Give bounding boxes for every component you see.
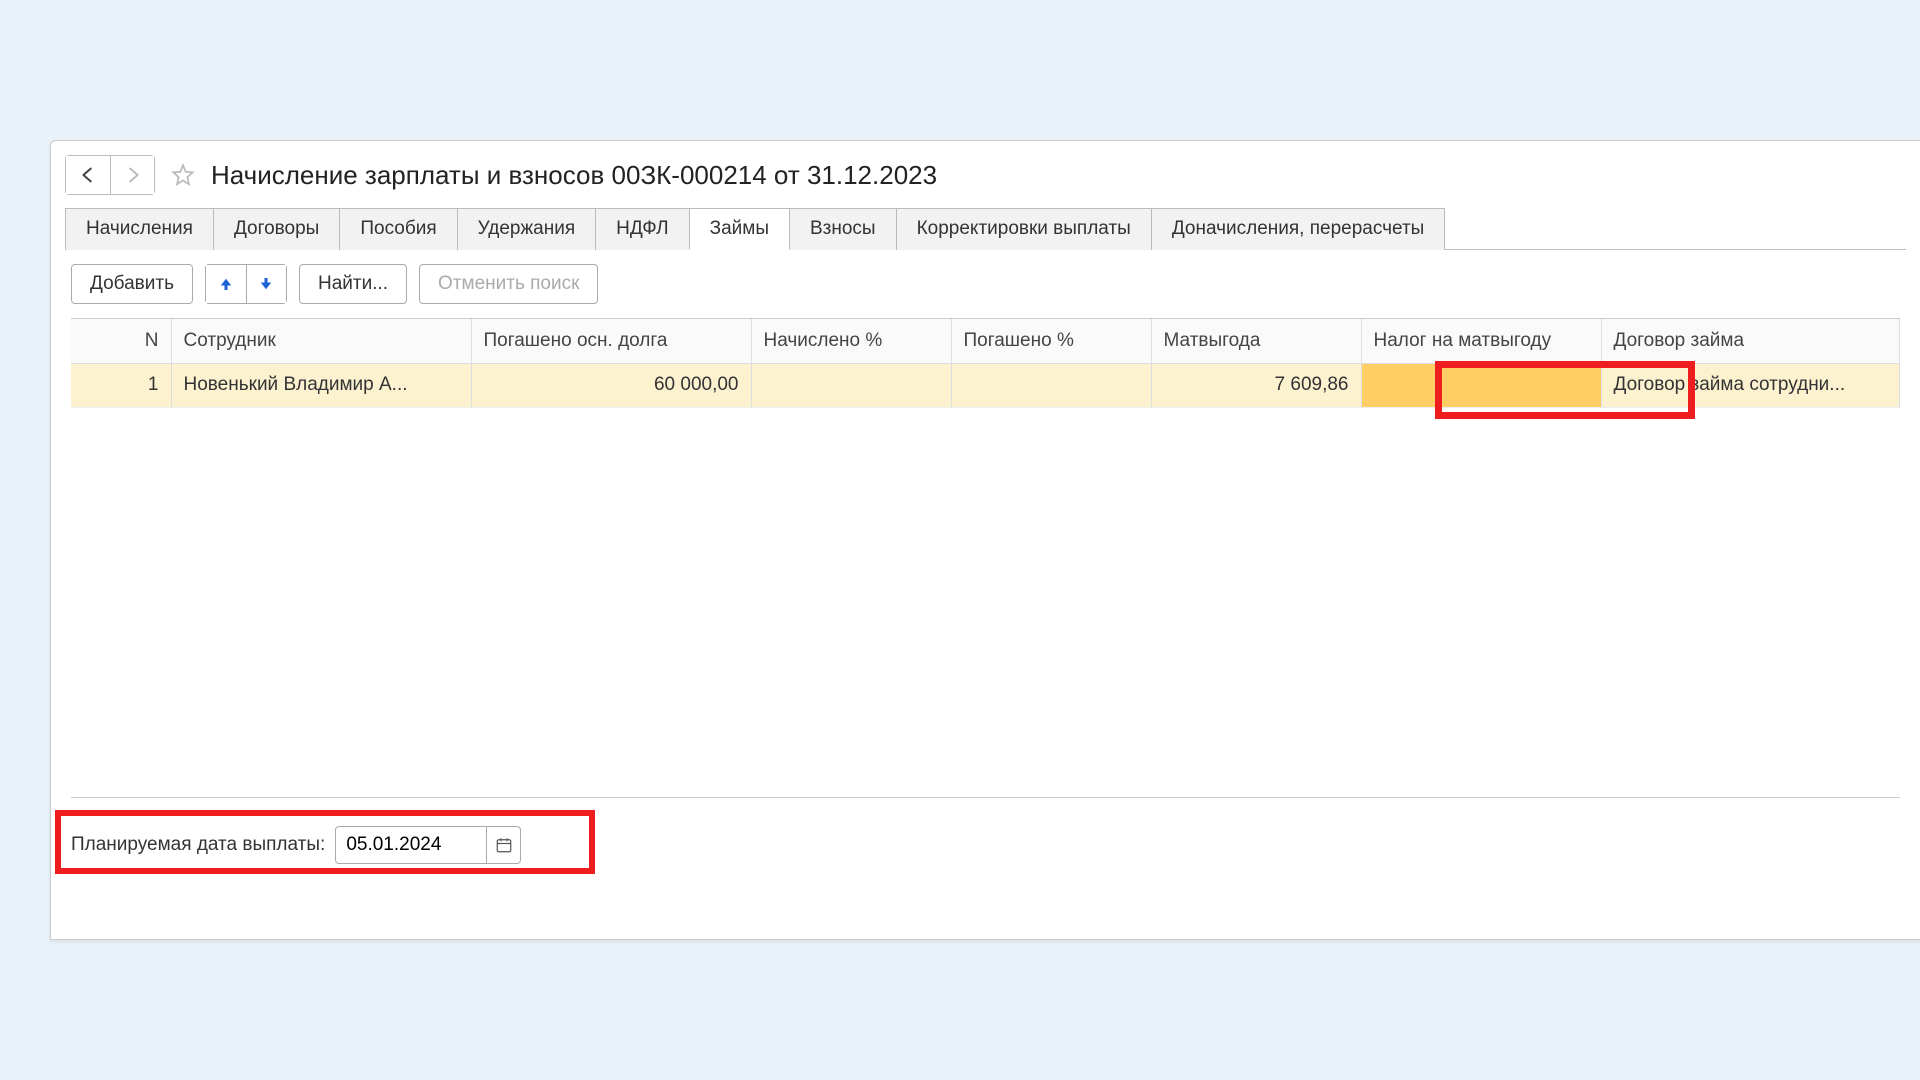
col-header-n[interactable]: N: [71, 319, 171, 363]
col-header-contract[interactable]: Договор займа: [1601, 319, 1900, 363]
tab-contributions[interactable]: Взносы: [789, 208, 897, 250]
planned-date-field[interactable]: [335, 826, 521, 864]
col-header-paid-principal[interactable]: Погашено осн. долга: [471, 319, 751, 363]
move-down-button[interactable]: [246, 265, 286, 303]
page-title: Начисление зарплаты и взносов 00ЗК-00021…: [211, 160, 937, 191]
planned-date-label: Планируемая дата выплаты:: [71, 834, 325, 856]
cell-accrued-pct[interactable]: [751, 363, 951, 407]
forward-button[interactable]: [110, 156, 154, 194]
loans-table: N Сотрудник Погашено осн. долга Начислен…: [71, 319, 1900, 408]
cell-employee[interactable]: Новенький Владимир А...: [171, 363, 471, 407]
header-bar: Начисление зарплаты и взносов 00ЗК-00021…: [51, 155, 1920, 207]
cell-tax-mat-benefit[interactable]: [1361, 363, 1601, 407]
favorite-button[interactable]: [163, 155, 203, 195]
tab-payment-adjustments[interactable]: Корректировки выплаты: [896, 208, 1152, 250]
cell-mat-benefit[interactable]: 7 609,86: [1151, 363, 1361, 407]
cancel-search-button[interactable]: Отменить поиск: [419, 264, 598, 304]
tab-deductions[interactable]: Удержания: [457, 208, 596, 250]
tab-accruals[interactable]: Начисления: [65, 208, 214, 250]
cell-contract[interactable]: Договор займа сотрудни...: [1601, 363, 1900, 407]
tab-ndfl[interactable]: НДФЛ: [595, 208, 689, 250]
nav-history-group: [65, 155, 155, 195]
calendar-button[interactable]: [486, 827, 520, 863]
table-toolbar: Добавить Найти... Отменить поиск: [51, 250, 1920, 318]
move-up-button[interactable]: [206, 265, 246, 303]
tab-contracts[interactable]: Договоры: [213, 208, 340, 250]
col-header-mat-benefit[interactable]: Матвыгода: [1151, 319, 1361, 363]
tab-benefits[interactable]: Пособия: [339, 208, 457, 250]
table-row[interactable]: 1 Новенький Владимир А... 60 000,00 7 60…: [71, 363, 1900, 407]
col-header-employee[interactable]: Сотрудник: [171, 319, 471, 363]
back-button[interactable]: [66, 156, 110, 194]
loans-table-wrap: N Сотрудник Погашено осн. долга Начислен…: [71, 318, 1900, 798]
tab-recalculations[interactable]: Доначисления, перерасчеты: [1151, 208, 1446, 250]
add-button[interactable]: Добавить: [71, 264, 193, 304]
cell-n[interactable]: 1: [71, 363, 171, 407]
col-header-accrued-pct[interactable]: Начислено %: [751, 319, 951, 363]
cell-paid-pct[interactable]: [951, 363, 1151, 407]
col-header-tax-mat-benefit[interactable]: Налог на матвыгоду: [1361, 319, 1601, 363]
footer-planned-date: Планируемая дата выплаты:: [71, 826, 1900, 864]
tab-loans[interactable]: Займы: [689, 208, 790, 250]
cell-paid-principal[interactable]: 60 000,00: [471, 363, 751, 407]
document-window: Начисление зарплаты и взносов 00ЗК-00021…: [50, 140, 1920, 940]
find-button[interactable]: Найти...: [299, 264, 407, 304]
tab-bar: Начисления Договоры Пособия Удержания НД…: [65, 207, 1906, 250]
move-rows-group: [205, 264, 287, 304]
table-header-row: N Сотрудник Погашено осн. долга Начислен…: [71, 319, 1900, 363]
col-header-paid-pct[interactable]: Погашено %: [951, 319, 1151, 363]
planned-date-input[interactable]: [336, 827, 486, 863]
